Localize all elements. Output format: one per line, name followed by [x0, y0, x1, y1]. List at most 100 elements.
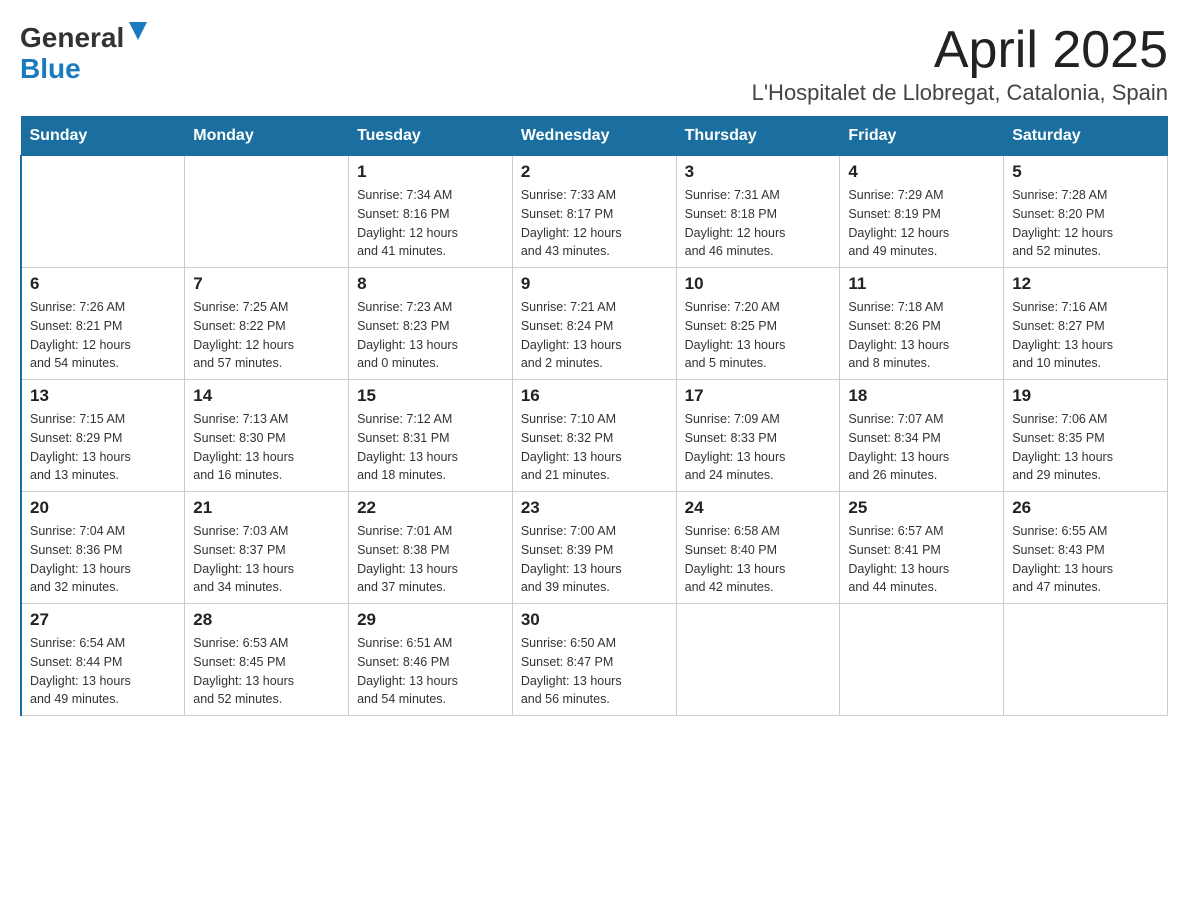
weekday-header-tuesday: Tuesday — [349, 117, 513, 156]
day-number: 2 — [521, 162, 668, 182]
calendar-cell: 7Sunrise: 7:25 AM Sunset: 8:22 PM Daylig… — [185, 268, 349, 380]
calendar-cell: 22 Sunrise: 7:01 AM Sunset: 8:38 PM Dayli… — [349, 492, 513, 604]
weekday-header-row: SundayMondayTuesdayWednesdayThursdayFrid… — [21, 117, 1168, 156]
day-info: Sunrise: 7:10 AM Sunset: 8:32 PM Dayligh… — [521, 410, 668, 485]
day-number: 5 — [1012, 162, 1159, 182]
calendar-cell: 16 Sunrise: 7:10 AM Sunset: 8:32 PM Dayli… — [512, 380, 676, 492]
page-subtitle: L'Hospitalet de Llobregat, Catalonia, Sp… — [752, 80, 1168, 106]
day-info: Sunrise: 7:31 AM Sunset: 8:18 PM Dayligh… — [685, 186, 832, 261]
day-info: Sunrise: 6:58 AM Sunset: 8:40 PM Dayligh… — [685, 522, 832, 597]
weekday-header-sunday: Sunday — [21, 117, 185, 156]
calendar-cell: 5 Sunrise: 7:28 AM Sunset: 8:20 PM Daylig… — [1004, 156, 1168, 268]
day-info: Sunrise: 7:23 AM Sunset: 8:23 PM Dayligh… — [357, 298, 504, 373]
weekday-header-saturday: Saturday — [1004, 117, 1168, 156]
day-number: 29 — [357, 610, 504, 630]
week-row-1: 1Sunrise: 7:34 AM Sunset: 8:16 PM Daylig… — [21, 156, 1168, 268]
day-number: 25 — [848, 498, 995, 518]
weekday-header-friday: Friday — [840, 117, 1004, 156]
day-info: Sunrise: 7:15 AM Sunset: 8:29 PM Dayligh… — [30, 410, 176, 485]
logo: General Blue — [20, 20, 149, 83]
calendar-cell: 8 Sunrise: 7:23 AM Sunset: 8:23 PM Daylig… — [349, 268, 513, 380]
calendar-header: SundayMondayTuesdayWednesdayThursdayFrid… — [21, 117, 1168, 156]
day-info: Sunrise: 7:29 AM Sunset: 8:19 PM Dayligh… — [848, 186, 995, 261]
calendar-cell: 18 Sunrise: 7:07 AM Sunset: 8:34 PM Dayli… — [840, 380, 1004, 492]
calendar-cell: 13 Sunrise: 7:15 AM Sunset: 8:29 PM Dayli… — [21, 380, 185, 492]
logo-arrow-icon — [127, 20, 149, 42]
day-info: Sunrise: 7:04 AM Sunset: 8:36 PM Dayligh… — [30, 522, 176, 597]
day-number: 21 — [193, 498, 340, 518]
calendar-cell: 24 Sunrise: 6:58 AM Sunset: 8:40 PM Dayli… — [676, 492, 840, 604]
day-number: 19 — [1012, 386, 1159, 406]
day-number: 9 — [521, 274, 668, 294]
title-block: April 2025 L'Hospitalet de Llobregat, Ca… — [752, 20, 1168, 106]
calendar-cell: 12Sunrise: 7:16 AM Sunset: 8:27 PM Dayli… — [1004, 268, 1168, 380]
day-info: Sunrise: 7:33 AM Sunset: 8:17 PM Dayligh… — [521, 186, 668, 261]
calendar-cell: 17 Sunrise: 7:09 AM Sunset: 8:33 PM Dayli… — [676, 380, 840, 492]
calendar-cell: 11Sunrise: 7:18 AM Sunset: 8:26 PM Dayli… — [840, 268, 1004, 380]
day-info: Sunrise: 7:18 AM Sunset: 8:26 PM Dayligh… — [848, 298, 995, 373]
calendar-cell: 4 Sunrise: 7:29 AM Sunset: 8:19 PM Daylig… — [840, 156, 1004, 268]
day-info: Sunrise: 6:50 AM Sunset: 8:47 PM Dayligh… — [521, 634, 668, 709]
page-title: April 2025 — [752, 20, 1168, 80]
day-info: Sunrise: 7:07 AM Sunset: 8:34 PM Dayligh… — [848, 410, 995, 485]
calendar-cell — [840, 604, 1004, 716]
day-number: 15 — [357, 386, 504, 406]
day-number: 16 — [521, 386, 668, 406]
calendar-cell: 2 Sunrise: 7:33 AM Sunset: 8:17 PM Daylig… — [512, 156, 676, 268]
day-info: Sunrise: 7:25 AM Sunset: 8:22 PM Dayligh… — [193, 298, 340, 373]
calendar-cell: 6 Sunrise: 7:26 AM Sunset: 8:21 PM Daylig… — [21, 268, 185, 380]
calendar-cell: 10Sunrise: 7:20 AM Sunset: 8:25 PM Dayli… — [676, 268, 840, 380]
day-info: Sunrise: 6:57 AM Sunset: 8:41 PM Dayligh… — [848, 522, 995, 597]
calendar-cell: 3Sunrise: 7:31 AM Sunset: 8:18 PM Daylig… — [676, 156, 840, 268]
day-info: Sunrise: 7:26 AM Sunset: 8:21 PM Dayligh… — [30, 298, 176, 373]
day-info: Sunrise: 6:54 AM Sunset: 8:44 PM Dayligh… — [30, 634, 176, 709]
day-info: Sunrise: 7:13 AM Sunset: 8:30 PM Dayligh… — [193, 410, 340, 485]
weekday-header-wednesday: Wednesday — [512, 117, 676, 156]
calendar-cell: 26Sunrise: 6:55 AM Sunset: 8:43 PM Dayli… — [1004, 492, 1168, 604]
day-number: 17 — [685, 386, 832, 406]
day-number: 20 — [30, 498, 176, 518]
calendar-cell: 28Sunrise: 6:53 AM Sunset: 8:45 PM Dayli… — [185, 604, 349, 716]
day-number: 24 — [685, 498, 832, 518]
day-info: Sunrise: 7:00 AM Sunset: 8:39 PM Dayligh… — [521, 522, 668, 597]
calendar-cell: 14 Sunrise: 7:13 AM Sunset: 8:30 PM Dayli… — [185, 380, 349, 492]
day-info: Sunrise: 7:03 AM Sunset: 8:37 PM Dayligh… — [193, 522, 340, 597]
page-header: General Blue April 2025 L'Hospitalet de … — [20, 20, 1168, 106]
day-info: Sunrise: 7:06 AM Sunset: 8:35 PM Dayligh… — [1012, 410, 1159, 485]
weekday-header-thursday: Thursday — [676, 117, 840, 156]
day-info: Sunrise: 6:55 AM Sunset: 8:43 PM Dayligh… — [1012, 522, 1159, 597]
day-number: 1 — [357, 162, 504, 182]
day-number: 10 — [685, 274, 832, 294]
week-row-2: 6 Sunrise: 7:26 AM Sunset: 8:21 PM Daylig… — [21, 268, 1168, 380]
calendar-cell: 15 Sunrise: 7:12 AM Sunset: 8:31 PM Dayli… — [349, 380, 513, 492]
day-info: Sunrise: 7:09 AM Sunset: 8:33 PM Dayligh… — [685, 410, 832, 485]
day-info: Sunrise: 7:01 AM Sunset: 8:38 PM Dayligh… — [357, 522, 504, 597]
calendar-cell — [676, 604, 840, 716]
calendar-cell — [21, 156, 185, 268]
week-row-3: 13 Sunrise: 7:15 AM Sunset: 8:29 PM Dayli… — [21, 380, 1168, 492]
day-number: 23 — [521, 498, 668, 518]
day-number: 8 — [357, 274, 504, 294]
logo-text-blue: Blue — [20, 55, 81, 83]
day-info: Sunrise: 6:51 AM Sunset: 8:46 PM Dayligh… — [357, 634, 504, 709]
calendar-cell: 23 Sunrise: 7:00 AM Sunset: 8:39 PM Dayli… — [512, 492, 676, 604]
day-number: 6 — [30, 274, 176, 294]
day-info: Sunrise: 7:28 AM Sunset: 8:20 PM Dayligh… — [1012, 186, 1159, 261]
calendar-cell: 30 Sunrise: 6:50 AM Sunset: 8:47 PM Dayli… — [512, 604, 676, 716]
week-row-5: 27 Sunrise: 6:54 AM Sunset: 8:44 PM Dayli… — [21, 604, 1168, 716]
day-number: 27 — [30, 610, 176, 630]
day-info: Sunrise: 7:12 AM Sunset: 8:31 PM Dayligh… — [357, 410, 504, 485]
day-info: Sunrise: 7:21 AM Sunset: 8:24 PM Dayligh… — [521, 298, 668, 373]
calendar-cell: 29 Sunrise: 6:51 AM Sunset: 8:46 PM Dayli… — [349, 604, 513, 716]
day-number: 14 — [193, 386, 340, 406]
day-number: 18 — [848, 386, 995, 406]
calendar-cell: 27 Sunrise: 6:54 AM Sunset: 8:44 PM Dayli… — [21, 604, 185, 716]
day-number: 12 — [1012, 274, 1159, 294]
day-number: 13 — [30, 386, 176, 406]
calendar-cell: 25 Sunrise: 6:57 AM Sunset: 8:41 PM Dayli… — [840, 492, 1004, 604]
day-number: 22 — [357, 498, 504, 518]
day-number: 30 — [521, 610, 668, 630]
day-number: 4 — [848, 162, 995, 182]
weekday-header-monday: Monday — [185, 117, 349, 156]
calendar-cell — [1004, 604, 1168, 716]
